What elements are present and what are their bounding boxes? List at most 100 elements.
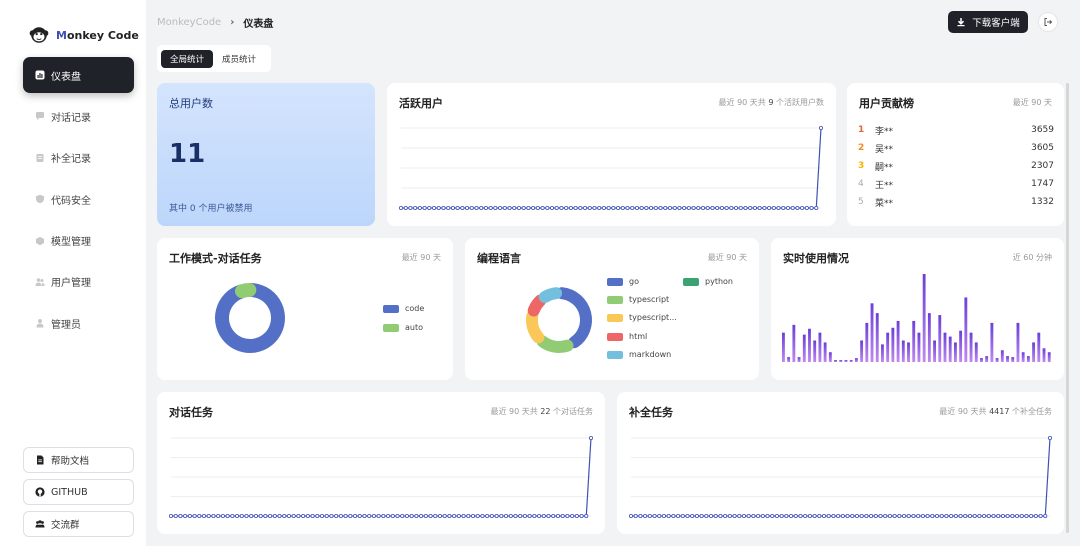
- data-point: [423, 514, 428, 519]
- sidebar-item-user-management[interactable]: 用户管理: [23, 264, 134, 300]
- languages-card: 编程语言 最近 90 天 go python typescript typesc…: [465, 238, 759, 380]
- rank-row[interactable]: 1 李** 3659: [858, 121, 1054, 139]
- bar: [849, 360, 853, 362]
- data-point: [930, 514, 935, 519]
- page-scrollbar[interactable]: [1066, 83, 1069, 533]
- data-point: [555, 514, 560, 519]
- logout-button[interactable]: [1038, 12, 1058, 32]
- community-group-link[interactable]: 交流群: [23, 511, 134, 537]
- data-point: [376, 514, 381, 519]
- data-point: [906, 514, 911, 519]
- data-point: [873, 514, 878, 519]
- data-point: [804, 206, 809, 211]
- total-users-title: 总用户数: [169, 97, 213, 110]
- data-point: [494, 514, 499, 519]
- tab-global-stats[interactable]: 全局统计: [161, 49, 214, 68]
- data-point: [173, 514, 178, 519]
- legend-item-typescript-2[interactable]: typescript...: [607, 313, 677, 322]
- rank-number: 3: [858, 161, 865, 171]
- github-link[interactable]: GITHUB: [23, 479, 134, 505]
- breadcrumb-root[interactable]: MonkeyCode: [157, 17, 221, 28]
- data-point: [638, 514, 643, 519]
- sidebar-item-label: 补全记录: [51, 154, 91, 166]
- data-point: [690, 514, 695, 519]
- data-point: [320, 514, 325, 519]
- data-point: [826, 514, 831, 519]
- data-point: [488, 206, 493, 211]
- bar: [1026, 356, 1030, 362]
- sidebar-item-completion-records[interactable]: 补全记录: [23, 140, 134, 176]
- data-point: [450, 206, 455, 211]
- tab-member-stats[interactable]: 成员统计: [213, 50, 265, 68]
- sidebar-item-dashboard[interactable]: 仪表盘: [23, 57, 134, 93]
- rank-value: 3605: [1031, 143, 1054, 153]
- data-point: [334, 514, 339, 519]
- data-point: [437, 514, 442, 519]
- data-point: [263, 514, 268, 519]
- pie-slice: [536, 335, 574, 353]
- bar: [990, 322, 994, 362]
- help-docs-link[interactable]: 帮助文档: [23, 447, 134, 473]
- rank-row[interactable]: 3 嗣** 2307: [858, 157, 1054, 175]
- data-point: [774, 514, 779, 519]
- sidebar-item-admin[interactable]: 管理员: [23, 305, 134, 341]
- data-point: [760, 514, 765, 519]
- data-point: [324, 514, 329, 519]
- data-point: [168, 514, 173, 519]
- bar: [959, 330, 963, 362]
- legend-item-typescript[interactable]: typescript: [607, 295, 669, 304]
- legend-label: python: [705, 277, 733, 286]
- pie-slice: [235, 283, 257, 299]
- work-mode-meta: 最近 90 天: [401, 253, 441, 262]
- download-client-button[interactable]: 下载客户端: [948, 11, 1028, 33]
- chat-tasks-line-chart: [168, 436, 593, 519]
- rank-row[interactable]: 5 菜** 1332: [858, 193, 1054, 211]
- legend-item-go[interactable]: go: [607, 277, 639, 286]
- data-point: [770, 514, 775, 519]
- data-point: [258, 514, 263, 519]
- data-point: [663, 206, 668, 211]
- pie-slice: [555, 287, 592, 349]
- rank-row[interactable]: 4 王** 1747: [858, 175, 1054, 193]
- languages-donut-chart: [526, 287, 592, 353]
- rank-row[interactable]: 2 吴** 3605: [858, 139, 1054, 157]
- github-label: GITHUB: [51, 486, 88, 498]
- data-point: [417, 206, 422, 211]
- data-point: [286, 514, 291, 519]
- data-point: [578, 206, 583, 211]
- data-point: [1010, 514, 1015, 519]
- data-point: [381, 514, 386, 519]
- data-point: [685, 514, 690, 519]
- legend-item-auto[interactable]: auto: [383, 323, 423, 332]
- data-point: [1043, 514, 1048, 519]
- bar: [797, 357, 801, 362]
- sidebar-item-model-management[interactable]: 模型管理: [23, 223, 134, 259]
- legend-item-code[interactable]: code: [383, 304, 424, 313]
- data-point: [353, 514, 358, 519]
- data-point: [386, 514, 391, 519]
- data-point: [531, 206, 536, 211]
- app-logo[interactable]: Monkey Code: [28, 24, 139, 46]
- data-point: [925, 514, 930, 519]
- legend-item-python[interactable]: python: [683, 277, 733, 286]
- legend-item-markdown[interactable]: markdown: [607, 350, 671, 359]
- breadcrumb: MonkeyCode › 仪表盘: [157, 15, 273, 30]
- sidebar-item-code-security[interactable]: 代码安全: [23, 181, 134, 217]
- sidebar: Monkey Code 仪表盘 对话记录 补全记录 代码安全 模型管理 用户管理: [0, 0, 146, 546]
- data-point: [812, 514, 817, 519]
- bar: [870, 303, 874, 362]
- bar: [917, 332, 921, 362]
- breadcrumb-separator: ›: [230, 17, 235, 28]
- data-point: [667, 206, 672, 211]
- legend-item-html[interactable]: html: [607, 332, 647, 341]
- data-point: [432, 206, 437, 211]
- data-point: [633, 514, 638, 519]
- data-point: [790, 206, 795, 211]
- data-point: [809, 206, 814, 211]
- data-point: [789, 514, 794, 519]
- data-point: [573, 206, 578, 211]
- data-point: [738, 206, 743, 211]
- bar: [1006, 356, 1009, 362]
- realtime-usage-card: 实时使用情况 近 60 分钟: [771, 238, 1064, 380]
- sidebar-item-chat-records[interactable]: 对话记录: [23, 98, 134, 134]
